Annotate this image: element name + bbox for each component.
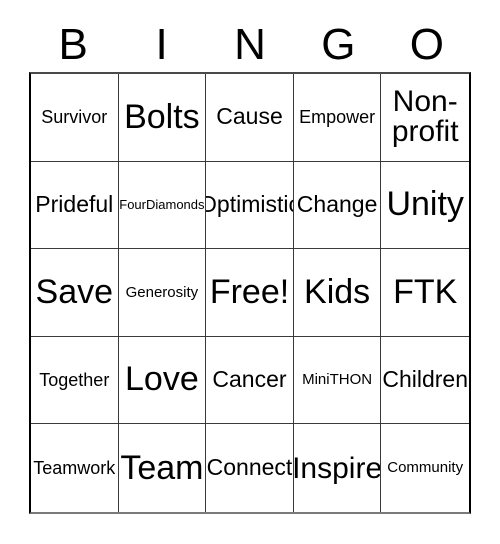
header-letter-i: I: [155, 20, 168, 69]
bingo-cell-label: Non-profit: [391, 85, 459, 149]
bingo-cell-label: Love: [125, 360, 199, 399]
header-letter-b: B: [58, 20, 88, 69]
bingo-cell-label: Save: [35, 272, 114, 311]
bingo-cell-label: MiniTHON: [302, 371, 373, 389]
bingo-cell[interactable]: Children: [381, 336, 469, 425]
bingo-cell[interactable]: Together: [31, 336, 119, 425]
bingo-cell[interactable]: Love: [118, 336, 207, 425]
bingo-cell-label: Change: [296, 190, 378, 217]
bingo-cell[interactable]: Inspire: [293, 424, 382, 512]
bingo-cell[interactable]: Cancer: [206, 336, 294, 425]
bingo-cell-label: Teamwork: [33, 457, 116, 478]
bingo-cell[interactable]: Change: [293, 161, 382, 250]
bingo-cell-label: Unity: [386, 185, 464, 224]
bingo-cell[interactable]: FourDiamonds: [118, 161, 207, 250]
bingo-cell[interactable]: Community: [381, 424, 469, 512]
header-letter-o: O: [409, 20, 444, 69]
bingo-cell-label: Empower: [299, 106, 376, 127]
bingo-cell-label: Team: [120, 448, 204, 487]
bingo-cell[interactable]: Free!: [206, 249, 294, 337]
bingo-card: B I N G O Survivor Bolts Cause Empower Non-p…: [0, 0, 500, 544]
bingo-cell-label: Inspire: [293, 451, 382, 485]
bingo-cell[interactable]: Generosity: [118, 249, 207, 337]
bingo-cell-label: Free!: [209, 272, 290, 311]
header-letter-g: G: [321, 20, 356, 69]
bingo-cell[interactable]: Bolts: [118, 74, 207, 162]
bingo-cell[interactable]: Save: [31, 249, 119, 337]
header-letter-n: N: [234, 20, 266, 69]
bingo-cell[interactable]: FTK: [381, 249, 469, 337]
bingo-cell[interactable]: Connect: [206, 424, 294, 512]
bingo-cell[interactable]: Non-profit: [381, 74, 469, 162]
bingo-cell-label: Cancer: [212, 366, 287, 393]
bingo-cell[interactable]: Prideful: [31, 161, 119, 250]
bingo-cell[interactable]: Teamwork: [31, 424, 119, 512]
bingo-cell-label: Kids: [304, 272, 371, 311]
bingo-cell-label: FourDiamonds: [119, 197, 205, 213]
bingo-cell-label: Bolts: [124, 97, 200, 136]
bingo-grid: Survivor Bolts Cause Empower Non-profit Pride…: [29, 72, 471, 514]
bingo-header: B I N G O: [29, 18, 471, 72]
bingo-cell[interactable]: Unity: [381, 161, 469, 250]
bingo-cell-label: Survivor: [41, 106, 108, 127]
bingo-cell[interactable]: Optimistic: [206, 161, 294, 250]
bingo-cell-label: Connect: [206, 454, 293, 481]
bingo-cell[interactable]: Kids: [293, 249, 382, 337]
bingo-cell-label: Children: [382, 366, 469, 393]
bingo-cell[interactable]: MiniTHON: [293, 336, 382, 425]
bingo-cell[interactable]: Team: [118, 424, 207, 512]
bingo-cell[interactable]: Empower: [293, 74, 382, 162]
bingo-cell[interactable]: Cause: [206, 74, 294, 162]
bingo-cell-label: Prideful: [35, 190, 114, 217]
bingo-cell-label: Cause: [216, 103, 283, 130]
bingo-cell-label: FTK: [393, 272, 458, 311]
bingo-cell-label: Generosity: [125, 283, 199, 301]
bingo-cell[interactable]: Survivor: [31, 74, 119, 162]
bingo-cell-label: Optimistic: [206, 190, 293, 217]
bingo-cell-label: Community: [387, 459, 464, 477]
bingo-cell-label: Together: [39, 369, 110, 390]
